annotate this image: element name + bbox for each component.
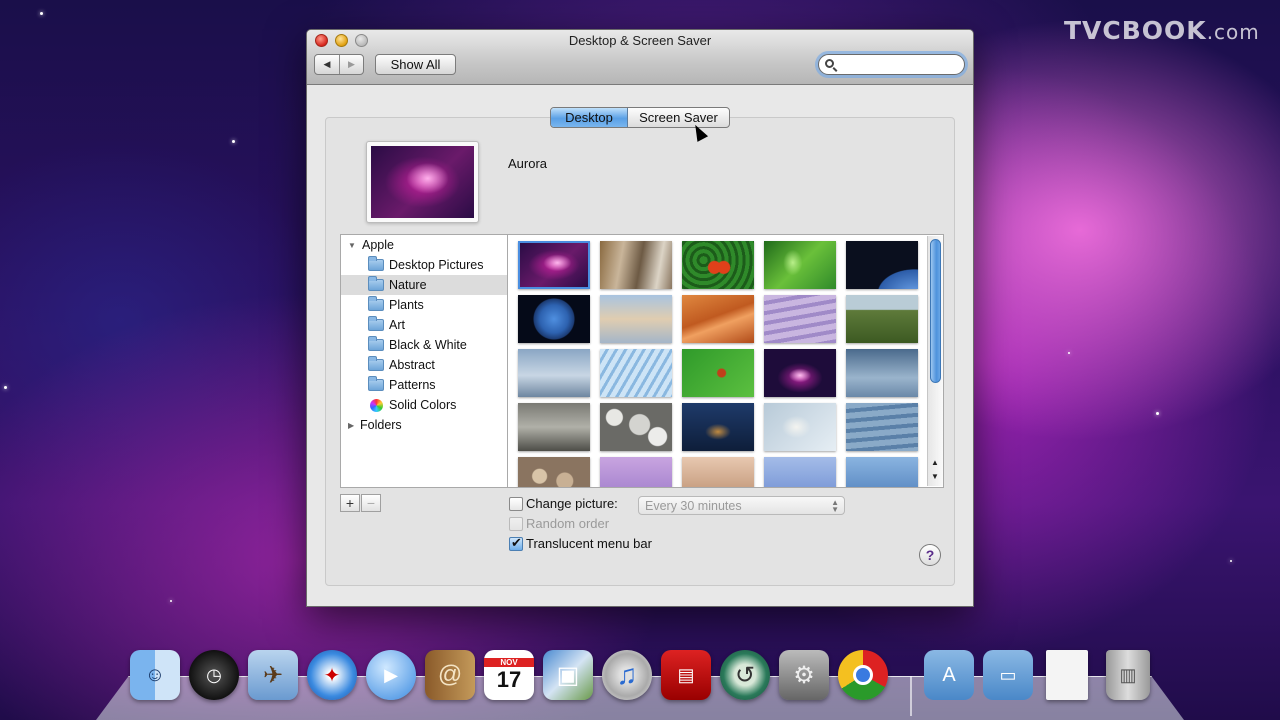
- search-field[interactable]: [818, 54, 965, 75]
- back-forward-control: ◀ ▶: [314, 54, 364, 75]
- wallpaper-grid: [507, 234, 944, 488]
- mail-icon[interactable]: ✈: [248, 650, 298, 700]
- current-wallpaper-name: Aurora: [508, 156, 548, 171]
- dock-separator: [910, 676, 912, 716]
- wallpaper-thumb[interactable]: [518, 349, 590, 397]
- source-item-desktop-pictures[interactable]: Desktop Pictures: [341, 255, 507, 275]
- source-group-apple[interactable]: ▼ Apple: [341, 235, 507, 255]
- photo-booth-icon[interactable]: ▤: [661, 650, 711, 700]
- ichat-icon[interactable]: ▶: [366, 650, 416, 700]
- source-group-label: Apple: [362, 238, 394, 252]
- disclosure-closed-icon[interactable]: ▶: [348, 421, 354, 430]
- tab-control: Desktop Screen Saver: [550, 107, 730, 128]
- source-list: ▼ Apple Desktop Pictures Nature Plants A…: [340, 234, 507, 488]
- wallpaper-thumb[interactable]: [518, 295, 590, 343]
- source-item-patterns[interactable]: Patterns: [341, 375, 507, 395]
- calendar-month: NOV: [484, 657, 534, 667]
- disclosure-open-icon[interactable]: ▼: [348, 241, 356, 250]
- wallpaper-thumb[interactable]: [846, 403, 918, 451]
- documents-folder-icon[interactable]: ▭: [983, 650, 1033, 700]
- wallpaper-thumb[interactable]: [600, 295, 672, 343]
- interval-popup[interactable]: Every 30 minutes ▲ ▼: [638, 496, 845, 515]
- source-item-black-white[interactable]: Black & White: [341, 335, 507, 355]
- wallpaper-thumb[interactable]: [600, 241, 672, 289]
- tab-desktop[interactable]: Desktop: [551, 108, 628, 127]
- ical-icon[interactable]: NOV 17: [484, 650, 534, 700]
- title-bar: Desktop & Screen Saver ◀ ▶ Show All: [307, 30, 973, 85]
- folder-icon: [368, 356, 384, 371]
- dashboard-icon[interactable]: ◷: [189, 650, 239, 700]
- wallpaper-thumb[interactable]: [846, 241, 918, 289]
- tab-screen-saver[interactable]: Screen Saver: [628, 108, 729, 127]
- folder-icon: [368, 316, 384, 331]
- random-order-checkbox[interactable]: [509, 517, 523, 531]
- scroll-up-icon[interactable]: ▲: [931, 458, 939, 467]
- translucent-menu-bar-checkbox[interactable]: [509, 535, 523, 551]
- source-item-solid-colors[interactable]: Solid Colors: [341, 395, 507, 415]
- folder-icon: [368, 376, 384, 391]
- source-item-abstract[interactable]: Abstract: [341, 355, 507, 375]
- source-item-nature[interactable]: Nature: [341, 275, 507, 295]
- system-preferences-icon[interactable]: ⚙: [779, 650, 829, 700]
- add-folder-button[interactable]: +: [340, 494, 360, 512]
- folder-icon: [368, 296, 384, 311]
- wallpaper-thumb[interactable]: [600, 457, 672, 487]
- change-picture-label: Change picture:: [526, 496, 618, 511]
- wallpaper-thumb[interactable]: [764, 349, 836, 397]
- finder-icon[interactable]: ☺: [130, 650, 180, 700]
- source-item-art[interactable]: Art: [341, 315, 507, 335]
- wallpaper-thumb[interactable]: [682, 403, 754, 451]
- file-icon[interactable]: [1046, 650, 1088, 700]
- popup-arrows-icon: ▲ ▼: [831, 498, 839, 514]
- preferences-window: Desktop & Screen Saver ◀ ▶ Show All Desk…: [306, 29, 974, 607]
- wallpaper-thumb[interactable]: [682, 349, 754, 397]
- scroll-down-icon[interactable]: ▼: [931, 472, 939, 481]
- wallpaper-thumb[interactable]: [846, 295, 918, 343]
- source-group-folders[interactable]: ▶ Folders: [341, 415, 507, 435]
- current-wallpaper-preview: [366, 141, 479, 223]
- wallpaper-thumb[interactable]: [600, 349, 672, 397]
- back-icon[interactable]: ◀: [315, 55, 339, 74]
- wallpaper-thumb[interactable]: [846, 457, 918, 487]
- folder-icon: [368, 256, 384, 271]
- iphoto-icon[interactable]: ▣: [543, 650, 593, 700]
- forward-icon[interactable]: ▶: [339, 55, 363, 74]
- wallpaper-thumb[interactable]: [518, 241, 590, 289]
- safari-icon[interactable]: ✦: [307, 650, 357, 700]
- translucent-menu-bar-label: Translucent menu bar: [526, 536, 652, 551]
- wallpaper-thumb[interactable]: [682, 241, 754, 289]
- search-icon: [825, 59, 834, 68]
- interval-value: Every 30 minutes: [645, 498, 742, 513]
- color-wheel-icon: [370, 398, 383, 412]
- wallpaper-thumb[interactable]: [764, 403, 836, 451]
- applications-folder-icon[interactable]: A: [924, 650, 974, 700]
- scroll-thumb[interactable]: [930, 239, 941, 383]
- wallpaper-thumb[interactable]: [682, 457, 754, 487]
- remove-folder-button[interactable]: −: [361, 494, 381, 512]
- window-title: Desktop & Screen Saver: [568, 33, 712, 48]
- wallpaper-thumb[interactable]: [682, 295, 754, 343]
- wallpaper-thumb[interactable]: [764, 295, 836, 343]
- itunes-icon[interactable]: ♫: [602, 650, 652, 700]
- trash-icon[interactable]: ▥: [1106, 650, 1150, 700]
- grid-scrollbar[interactable]: ▲ ▼: [927, 236, 943, 486]
- wallpaper-thumb[interactable]: [764, 241, 836, 289]
- wallpaper-thumb[interactable]: [518, 457, 590, 487]
- change-picture-checkbox[interactable]: [509, 497, 523, 511]
- address-book-icon[interactable]: @: [425, 650, 475, 700]
- chrome-icon[interactable]: [838, 650, 888, 700]
- show-all-button[interactable]: Show All: [375, 54, 456, 75]
- wallpaper-thumb[interactable]: [600, 403, 672, 451]
- random-order-label: Random order: [526, 516, 610, 531]
- wallpaper-thumb[interactable]: [764, 457, 836, 487]
- watermark: TVCBOOK.com: [1064, 16, 1260, 45]
- source-item-plants[interactable]: Plants: [341, 295, 507, 315]
- calendar-day: 17: [496, 666, 522, 692]
- wallpaper-thumb[interactable]: [846, 349, 918, 397]
- help-button[interactable]: ?: [919, 544, 941, 566]
- time-machine-icon[interactable]: ↺: [720, 650, 770, 700]
- folder-icon: [368, 336, 384, 351]
- wallpaper-thumb[interactable]: [518, 403, 590, 451]
- folder-icon: [368, 276, 384, 291]
